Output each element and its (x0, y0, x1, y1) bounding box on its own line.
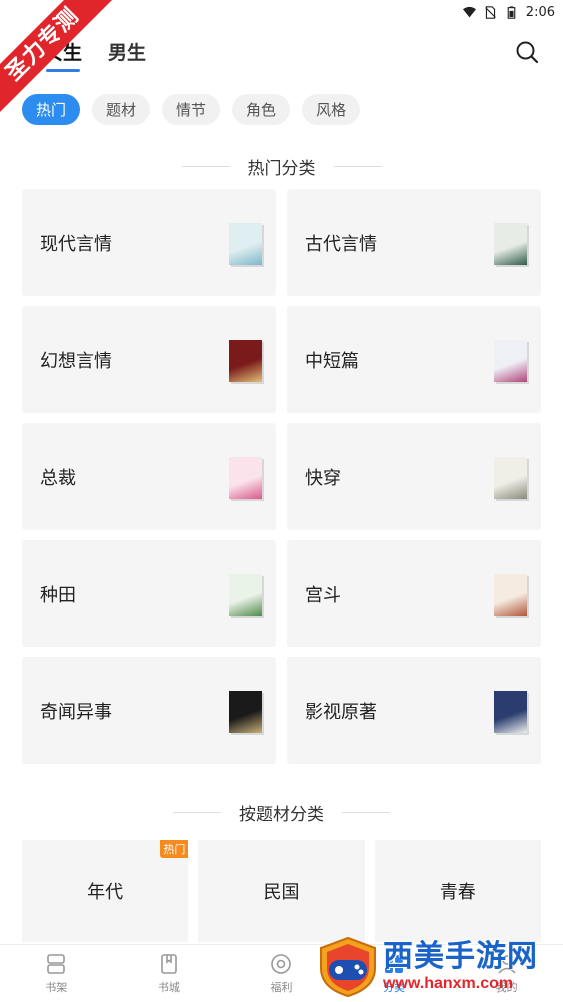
bookshelf-icon (47, 954, 66, 974)
category-label: 奇闻异事 (40, 701, 112, 723)
nav-bookshelf[interactable]: 书架 (0, 945, 113, 1002)
category-label: 幻想言情 (40, 350, 112, 372)
status-time: 2:06 (525, 4, 555, 20)
welfare-icon (271, 954, 292, 974)
category-label: 现代言情 (40, 233, 112, 255)
book-cover-image (494, 457, 527, 499)
hot-category-grid: 现代言情 古代言情幻想言情 中短篇总裁 快穿种田 宫斗奇闻异事 影视原著 (22, 189, 541, 764)
nav-label: 书城 (157, 981, 180, 994)
section-hot-label: 热门分类 (247, 159, 316, 179)
book-cover-image (229, 457, 262, 499)
category-card[interactable]: 快穿 (287, 423, 541, 530)
topic-label: 年代 (87, 882, 124, 903)
chip-style[interactable]: 风格 (302, 94, 361, 125)
topic-label: 青春 (439, 882, 476, 903)
chip-plot[interactable]: 情节 (162, 94, 221, 125)
watermark-title: 西美手游网 (383, 939, 538, 974)
topic-label: 民国 (263, 882, 300, 903)
category-label: 总裁 (40, 467, 76, 489)
category-card[interactable]: 种田 (22, 540, 276, 647)
nav-bookstore[interactable]: 书城 (113, 945, 226, 1002)
watermark-url: www.hanxm.com (383, 975, 514, 992)
category-label: 种田 (40, 584, 76, 606)
hot-badge: 热门 (160, 840, 189, 858)
book-cover-image (494, 223, 527, 265)
topic-card-niandai[interactable]: 年代 热门 (22, 840, 189, 942)
category-label: 快穿 (305, 467, 341, 489)
category-card[interactable]: 古代言情 (287, 189, 541, 296)
category-card[interactable]: 影视原著 (287, 657, 541, 764)
category-card[interactable]: 宫斗 (287, 540, 541, 647)
chip-topic[interactable]: 题材 (92, 94, 151, 125)
book-cover-image (494, 574, 527, 616)
section-hot-title: 热门分类 (0, 154, 563, 179)
topic-card-minguo[interactable]: 民国 (198, 840, 365, 942)
divider-line (173, 812, 221, 813)
book-cover-image (229, 691, 262, 733)
chip-hot[interactable]: 热门 (22, 94, 81, 125)
nav-label: 书架 (45, 981, 68, 994)
category-card[interactable]: 中短篇 (287, 306, 541, 413)
section-topic-label: 按题材分类 (239, 805, 324, 825)
divider-line (181, 166, 230, 167)
tab-male[interactable]: 男生 (108, 38, 146, 65)
book-cover-image (494, 340, 527, 382)
topic-category-row: 年代 热门 民国 青春 (22, 840, 541, 942)
category-card[interactable]: 幻想言情 (22, 306, 276, 413)
category-card[interactable]: 总裁 (22, 423, 276, 530)
gamepad-shield-logo (320, 936, 376, 998)
book-cover-image (229, 223, 262, 265)
category-label: 古代言情 (305, 233, 377, 255)
category-card[interactable]: 现代言情 (22, 189, 276, 296)
topic-card-qingchun[interactable]: 青春 (374, 840, 541, 942)
category-label: 宫斗 (305, 584, 341, 606)
book-cover-image (229, 340, 262, 382)
filter-chips: 热门 题材 情节 角色 风格 (22, 94, 361, 125)
divider-line (333, 166, 382, 167)
search-icon[interactable] (515, 40, 539, 64)
site-watermark: 西美手游网 www.hanxm.com (317, 934, 557, 1000)
category-label: 中短篇 (305, 350, 359, 372)
category-page: 2:06 圣力专测 女生 男生 热门 题材 情节 角色 风格 热门分类 现代言情… (0, 0, 563, 1002)
category-card[interactable]: 奇闻异事 (22, 657, 276, 764)
bookstore-icon (161, 954, 177, 974)
nav-label: 福利 (270, 981, 293, 994)
section-topic-title: 按题材分类 (0, 800, 563, 825)
wifi-icon (462, 6, 476, 17)
book-cover-image (229, 574, 262, 616)
category-label: 影视原著 (305, 701, 377, 723)
chip-role[interactable]: 角色 (232, 94, 291, 125)
divider-line (342, 812, 390, 813)
book-cover-image (494, 691, 527, 733)
battery-icon (507, 5, 516, 19)
no-sim-icon (485, 5, 496, 19)
